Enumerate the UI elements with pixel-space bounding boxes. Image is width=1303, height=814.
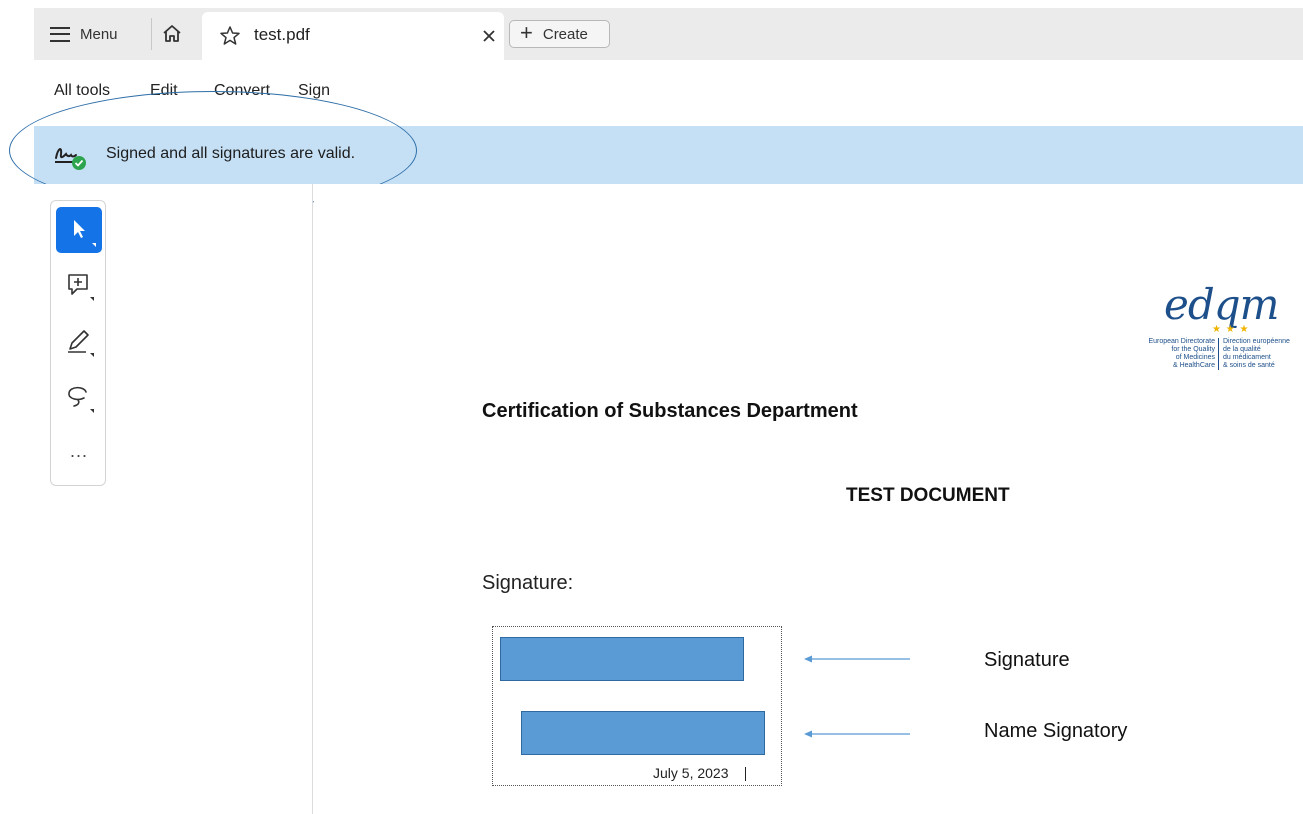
signature-field[interactable]: July 5, 2023: [492, 626, 782, 786]
lasso-tool-button[interactable]: [56, 375, 102, 421]
logo-line: & soins de santé: [1223, 362, 1275, 369]
star-icon[interactable]: [218, 24, 242, 48]
lasso-icon: [68, 386, 94, 413]
select-tool-button[interactable]: [56, 207, 102, 253]
document-page: edqm ★ ★ ★ European Directorate for the …: [314, 184, 1303, 814]
arrow-left-icon: [804, 655, 910, 663]
signature-label: Signature:: [482, 572, 574, 594]
text-caret: [745, 767, 746, 781]
logo-wordmark: edqm: [1164, 280, 1279, 329]
tab-test-pdf[interactable]: test.pdf: [202, 12, 504, 60]
menu-bar: All tools Edit Convert Sign: [34, 60, 1303, 126]
signature-redaction-bar: [500, 637, 744, 681]
logo-stars: ★ ★ ★: [1212, 324, 1250, 335]
logo-line: for the Quality: [1171, 346, 1215, 353]
signature-status-banner: Signed and all signatures are valid.: [34, 126, 1303, 184]
cursor-icon: [74, 220, 96, 247]
signature-valid-icon[interactable]: [52, 140, 92, 172]
tab-separator: [151, 18, 152, 50]
menu-item-all-tools[interactable]: All tools: [54, 82, 110, 100]
logo-line: de la qualité: [1223, 346, 1261, 353]
signature-status-text: Signed and all signatures are valid.: [106, 145, 356, 162]
department-heading: Certification of Substances Department: [482, 400, 858, 422]
logo-line: du médicament: [1223, 354, 1271, 361]
menu-button[interactable]: Menu: [50, 20, 118, 48]
add-comment-tool-button[interactable]: [56, 263, 102, 309]
logo-text-en: European Directorate for the Quality of …: [1136, 338, 1219, 370]
menu-label: Menu: [80, 25, 118, 43]
home-icon: [163, 25, 181, 42]
plus-icon: +: [520, 20, 533, 45]
draw-tool-button[interactable]: [56, 319, 102, 365]
document-title: TEST DOCUMENT: [846, 485, 1010, 506]
tab-title: test.pdf: [254, 25, 310, 44]
quick-tools-toolbar: ...: [50, 200, 106, 486]
arrow-left-icon: [804, 730, 910, 738]
logo-line: of Medicines: [1175, 354, 1215, 361]
menu-item-convert[interactable]: Convert: [214, 82, 270, 100]
more-tools-button[interactable]: ...: [51, 441, 107, 462]
logo-text-fr: Direction européenne de la qualité du mé…: [1223, 338, 1303, 370]
pen-icon: [68, 330, 94, 357]
menu-item-sign[interactable]: Sign: [298, 82, 330, 100]
home-button[interactable]: [160, 22, 184, 46]
tab-bar: Menu test.pdf + Create: [34, 8, 1303, 60]
logo-line: European Directorate: [1148, 338, 1215, 345]
close-icon[interactable]: [478, 25, 500, 47]
logo-line: Direction européenne: [1223, 338, 1290, 345]
create-label: Create: [542, 25, 588, 43]
hamburger-icon: [50, 26, 70, 42]
annotation-signature: Signature: [984, 649, 1070, 671]
add-comment-icon: [68, 274, 94, 301]
edqm-logo: edqm ★ ★ ★ European Directorate for the …: [1136, 280, 1296, 392]
signature-date: July 5, 2023: [653, 765, 729, 781]
logo-line: & HealthCare: [1172, 362, 1215, 369]
annotation-name-signatory: Name Signatory: [984, 720, 1128, 742]
name-redaction-bar: [521, 711, 765, 755]
menu-item-edit[interactable]: Edit: [150, 82, 178, 100]
create-button[interactable]: + Create: [509, 20, 610, 48]
